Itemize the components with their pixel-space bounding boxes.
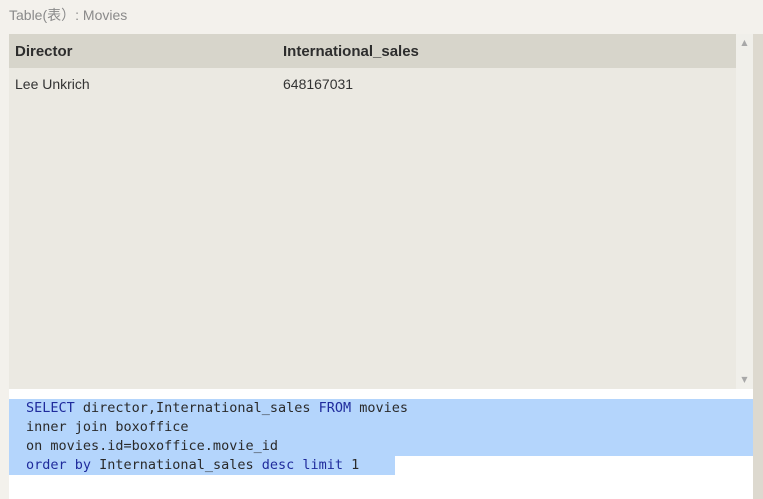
caption-cjk: 表 [47,8,62,24]
caption-prefix: Table( [9,7,48,23]
table-caption: Table(表）: Movies [9,5,127,25]
table-row[interactable]: Lee Unkrich 648167031 [9,68,736,100]
vertical-scrollbar[interactable]: ▲ ▼ [736,34,753,389]
cell-international-sales: 648167031 [283,76,354,92]
cell-director: Lee Unkrich [15,76,90,92]
code-line[interactable]: order by International_sales desc limit … [9,456,395,475]
sql-keyword: SELECT [26,400,75,416]
code-line[interactable]: on movies.id=boxoffice.movie_id [9,437,753,456]
scroll-up-arrow-icon[interactable]: ▲ [736,36,753,50]
code-line[interactable]: inner join boxoffice [9,418,753,437]
column-header-international-sales[interactable]: International_sales [283,43,419,60]
sql-text: on movies.id=boxoffice.movie_id [26,438,278,454]
scroll-down-arrow-icon[interactable]: ▼ [736,373,753,387]
window-edge [753,34,763,499]
sql-text: director,International_sales [74,400,319,416]
sql-text: movies [351,400,409,416]
caption-suffix: ）: Movies [61,7,128,23]
code-line-text: on movies.id=boxoffice.movie_id [26,437,278,456]
sql-text: 1 [343,457,360,473]
sql-text: International_sales [91,457,262,473]
code-line-text: inner join boxoffice [26,418,189,437]
code-line[interactable]: SELECT director,International_sales FROM… [9,399,753,418]
code-line-text: order by International_sales desc limit … [26,456,359,475]
sql-keyword: desc limit [261,457,343,473]
sql-editor[interactable]: SELECT director,International_sales FROM… [9,389,753,499]
sql-text: inner join boxoffice [26,419,189,435]
table-header: Director International_sales [9,34,736,68]
code-line-text: SELECT director,International_sales FROM… [26,399,408,418]
result-table: Director International_sales Lee Unkrich… [9,34,736,100]
result-panel: Director International_sales Lee Unkrich… [9,34,753,389]
column-header-director[interactable]: Director [15,43,73,60]
sql-keyword: FROM [318,400,352,416]
sql-keyword: order by [26,457,92,473]
